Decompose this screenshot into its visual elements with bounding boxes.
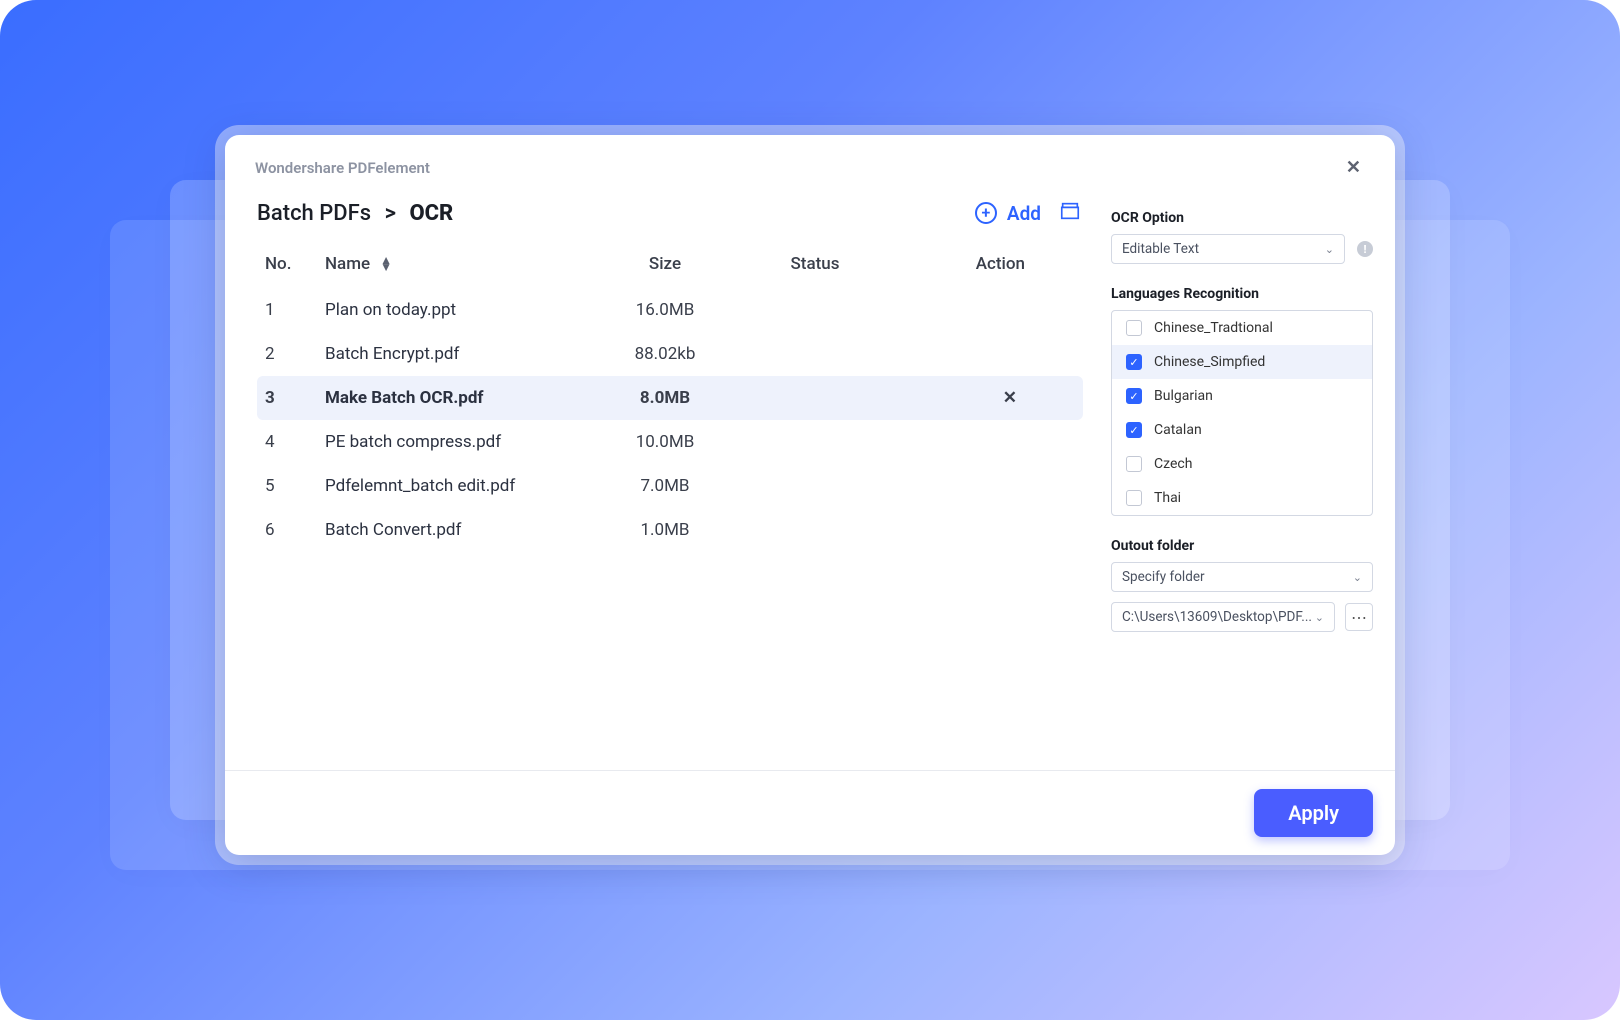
sort-icon: ▲▼ xyxy=(380,257,392,271)
row-filename: Batch Convert.pdf xyxy=(325,520,595,540)
table-row[interactable]: 3Make Batch OCR.pdf8.0MB ✕ xyxy=(257,376,1083,420)
row-size: 16.0MB xyxy=(595,300,735,320)
table-row[interactable]: 2Batch Encrypt.pdf88.02kb xyxy=(257,332,1111,376)
browse-folder-button[interactable]: ⋯ xyxy=(1345,603,1373,631)
table-row[interactable]: 5Pdfelemnt_batch edit.pdf7.0MB xyxy=(257,464,1111,508)
file-table-header: No. Name ▲▼ Size Status Action xyxy=(257,226,1111,288)
lang-recog-label: Languages Recognition xyxy=(1111,286,1373,302)
col-size: Size xyxy=(595,254,735,274)
language-option[interactable]: ✓ Catalan xyxy=(1112,413,1372,447)
file-table-body: 1Plan on today.ppt16.0MB2Batch Encrypt.p… xyxy=(257,288,1111,552)
row-size: 10.0MB xyxy=(595,432,735,452)
open-folder-icon[interactable] xyxy=(1059,200,1081,226)
table-row[interactable]: 4PE batch compress.pdf10.0MB xyxy=(257,420,1111,464)
row-index: 5 xyxy=(265,476,325,496)
row-index: 3 xyxy=(265,388,325,408)
row-index: 2 xyxy=(265,344,325,364)
row-filename: PE batch compress.pdf xyxy=(325,432,595,452)
output-path-select[interactable]: C:\Users\13609\Desktop\PDF... ⌄ xyxy=(1111,602,1335,632)
language-option[interactable]: Thai xyxy=(1112,481,1372,515)
dialog-footer: Apply xyxy=(225,770,1395,855)
col-action: Action xyxy=(895,254,1035,274)
col-name[interactable]: Name ▲▼ xyxy=(325,254,595,274)
language-name: Chinese_Tradtional xyxy=(1154,320,1273,336)
row-index: 4 xyxy=(265,432,325,452)
row-filename: Batch Encrypt.pdf xyxy=(325,344,595,364)
ocr-option-select[interactable]: Editable Text ⌄ xyxy=(1111,234,1345,264)
breadcrumb-root[interactable]: Batch PDFs xyxy=(257,201,371,226)
app-background: Wondershare PDFelement ✕ Batch PDFs > OC… xyxy=(0,0,1620,1020)
row-size: 88.02kb xyxy=(595,344,735,364)
col-status: Status xyxy=(735,254,895,274)
row-index: 6 xyxy=(265,520,325,540)
row-size: 1.0MB xyxy=(595,520,735,540)
breadcrumb-leaf: OCR xyxy=(409,201,453,226)
ocr-settings-panel: OCR Option Editable Text ⌄ ! Languages R… xyxy=(1111,188,1395,770)
checkbox-icon: ✓ xyxy=(1126,388,1142,404)
checkbox-icon xyxy=(1126,456,1142,472)
checkbox-icon: ✓ xyxy=(1126,422,1142,438)
language-name: Czech xyxy=(1154,456,1192,472)
chevron-down-icon: ⌄ xyxy=(1325,243,1334,256)
row-size: 7.0MB xyxy=(595,476,735,496)
row-index: 1 xyxy=(265,300,325,320)
language-name: Thai xyxy=(1154,490,1181,506)
language-name: Bulgarian xyxy=(1154,388,1213,404)
ocr-option-label: OCR Option xyxy=(1111,210,1373,226)
output-folder-label: Outout folder xyxy=(1111,538,1373,554)
language-list: Chinese_Tradtional ✓ Chinese_Simpfied ✓ Bulg… xyxy=(1111,310,1373,516)
breadcrumb: Batch PDFs > OCR xyxy=(257,201,453,226)
chevron-down-icon: ⌄ xyxy=(1353,571,1362,584)
plus-circle-icon: + xyxy=(975,202,997,224)
language-name: Chinese_Simpfied xyxy=(1154,354,1265,370)
info-icon[interactable]: ! xyxy=(1357,241,1373,257)
language-option[interactable]: Chinese_Tradtional xyxy=(1112,311,1372,345)
output-mode-select[interactable]: Specify folder ⌄ xyxy=(1111,562,1373,592)
col-no: No. xyxy=(265,254,325,274)
chevron-down-icon: ⌄ xyxy=(1315,611,1324,624)
row-filename: Make Batch OCR.pdf xyxy=(325,388,595,408)
add-file-button[interactable]: + Add xyxy=(975,202,1041,225)
close-icon[interactable]: ✕ xyxy=(1340,153,1367,182)
language-name: Catalan xyxy=(1154,422,1202,438)
table-row[interactable]: 6Batch Convert.pdf1.0MB xyxy=(257,508,1111,552)
language-option[interactable]: ✓ Bulgarian xyxy=(1112,379,1372,413)
batch-ocr-dialog: Wondershare PDFelement ✕ Batch PDFs > OC… xyxy=(225,135,1395,855)
checkbox-icon xyxy=(1126,320,1142,336)
row-filename: Plan on today.ppt xyxy=(325,300,595,320)
row-filename: Pdfelemnt_batch edit.pdf xyxy=(325,476,595,496)
row-size: 8.0MB xyxy=(595,388,735,408)
remove-row-icon[interactable]: ✕ xyxy=(1003,388,1017,408)
titlebar: Wondershare PDFelement ✕ xyxy=(225,135,1395,188)
apply-button[interactable]: Apply xyxy=(1254,789,1373,837)
table-row[interactable]: 1Plan on today.ppt16.0MB xyxy=(257,288,1111,332)
checkbox-icon: ✓ xyxy=(1126,354,1142,370)
app-title: Wondershare PDFelement xyxy=(255,159,430,177)
checkbox-icon xyxy=(1126,490,1142,506)
language-option[interactable]: ✓ Chinese_Simpfied xyxy=(1112,345,1372,379)
chevron-right-icon: > xyxy=(385,201,396,226)
language-option[interactable]: Czech xyxy=(1112,447,1372,481)
add-label: Add xyxy=(1007,202,1041,225)
